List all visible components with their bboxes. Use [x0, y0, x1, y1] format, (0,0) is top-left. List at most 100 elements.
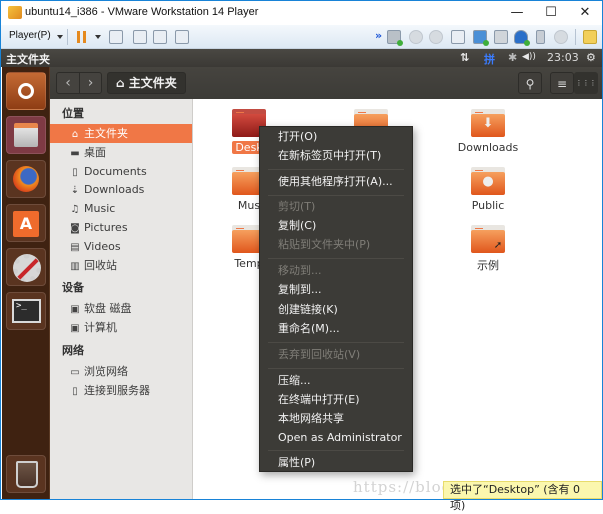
menu-item-make-link[interactable]: 创建链接(K) — [260, 300, 412, 319]
pause-options-chevron-icon[interactable] — [95, 35, 101, 39]
film-icon: ▤ — [70, 242, 80, 253]
section-title-network: 网络 — [62, 344, 84, 357]
vmware-toolbar: Player(P) » — [1, 25, 602, 49]
home-icon: ⌂ — [116, 76, 125, 90]
home-icon: ⌂ — [71, 129, 79, 140]
sidebar-item-trash[interactable]: ▥ 回收站 — [50, 256, 192, 275]
forward-button[interactable]: › — [79, 73, 101, 93]
sidebar-item-downloads[interactable]: ⇣ Downloads — [50, 180, 192, 199]
floppy-icon[interactable] — [451, 30, 465, 44]
trash-icon: ▥ — [70, 261, 80, 272]
launcher-terminal[interactable]: >_ — [6, 292, 46, 330]
grid-view-button[interactable]: ⋮⋮⋮ — [574, 72, 598, 94]
menu-item-compress[interactable]: 压缩... — [260, 371, 412, 390]
file-item-downloads[interactable]: ⬇ Downloads — [443, 109, 533, 154]
clock[interactable]: 23:03 — [547, 51, 579, 64]
usb-icon[interactable] — [536, 30, 545, 44]
sidebar-item-label: Downloads — [84, 183, 145, 196]
menu-item-rename[interactable]: 重命名(M)... — [260, 319, 412, 338]
printer-icon[interactable] — [494, 30, 508, 44]
menu-separator — [268, 450, 404, 451]
back-button[interactable]: ‹ — [57, 73, 79, 93]
cd-dvd-icon[interactable] — [429, 30, 443, 44]
menu-separator — [268, 368, 404, 369]
menu-item-open-new-tab[interactable]: 在新标签页中打开(T) — [260, 146, 412, 165]
vmware-window: ubuntu14_i386 - VMware Workstation 14 Pl… — [0, 0, 603, 512]
launcher-files[interactable] — [6, 116, 46, 154]
sidebar-item-label: 浏览网络 — [84, 365, 128, 378]
bluetooth-indicator-icon[interactable]: ✱ — [508, 51, 517, 64]
sidebar-item-label: Pictures — [84, 221, 128, 234]
sidebar-item-label: 回收站 — [84, 259, 117, 272]
menu-item-move-to: 移动到... — [278, 264, 322, 277]
context-menu: 打开(O) 在新标签页中打开(T) 使用其他程序打开(A)... 剪切(T) 复… — [259, 126, 413, 472]
breadcrumb-label: 主文件夹 — [128, 76, 177, 90]
trash-can-icon — [16, 461, 38, 488]
firefox-icon — [13, 166, 39, 192]
network-indicator-icon[interactable]: ⇅ — [460, 51, 469, 64]
floppy-icon: ▣ — [70, 304, 80, 315]
cd-dvd-icon[interactable] — [409, 30, 423, 44]
menu-separator — [268, 342, 404, 343]
menu-item-copy[interactable]: 复制(C) — [260, 216, 412, 235]
places-sidebar: 位置 ⌂ 主文件夹 ▬ 桌面 ▯ Documents ⇣ Downloads ♫ Musi… — [50, 99, 193, 499]
launcher-dash[interactable] — [6, 72, 46, 110]
breadcrumb-home[interactable]: ⌂ 主文件夹 — [107, 72, 186, 94]
menu-item-local-network-share[interactable]: 本地网络共享 — [260, 409, 412, 428]
removable-devices-icon[interactable] — [133, 30, 147, 44]
camera-icon[interactable] — [554, 30, 568, 44]
launcher-system-settings[interactable] — [6, 248, 46, 286]
menu-item-paste-into-folder: 粘贴到文件夹中(P) — [278, 238, 371, 251]
menu-item-properties[interactable]: 属性(P) — [260, 453, 412, 472]
hard-disk-icon[interactable] — [387, 30, 403, 46]
session-gear-icon[interactable]: ⚙ — [586, 51, 596, 64]
sidebar-item-pictures[interactable]: ◙ Pictures — [50, 218, 192, 237]
pause-icon[interactable] — [77, 31, 87, 43]
menu-separator — [268, 169, 404, 170]
send-ctrl-alt-del-icon[interactable] — [109, 30, 123, 44]
sidebar-item-documents[interactable]: ▯ Documents — [50, 162, 192, 181]
launcher-software-center[interactable]: A — [6, 204, 46, 242]
input-method-indicator-icon[interactable]: 拼 — [484, 51, 495, 67]
sidebar-item-computer[interactable]: ▣ 计算机 — [50, 318, 192, 337]
public-folder-icon: ● — [471, 167, 505, 195]
window-title: ubuntu14_i386 - VMware Workstation 14 Pl… — [25, 6, 259, 18]
minimize-button[interactable]: — — [500, 1, 534, 25]
sidebar-item-desktop[interactable]: ▬ 桌面 — [50, 143, 192, 162]
network-adapter-icon[interactable] — [473, 30, 489, 46]
maximize-button[interactable]: ☐ — [534, 1, 568, 25]
launcher-firefox[interactable] — [6, 160, 46, 198]
search-button[interactable]: ⚲ — [518, 72, 542, 94]
sidebar-item-videos[interactable]: ▤ Videos — [50, 237, 192, 256]
menu-item-open-with[interactable]: 使用其他程序打开(A)... — [260, 172, 412, 191]
chevron-down-icon[interactable] — [57, 35, 63, 39]
file-name: 示例 — [477, 259, 499, 272]
sidebar-item-home[interactable]: ⌂ 主文件夹 — [50, 124, 192, 143]
sound-card-icon[interactable] — [514, 30, 530, 46]
menu-item-open-in-terminal[interactable]: 在终端中打开(E) — [260, 390, 412, 409]
sidebar-item-music[interactable]: ♫ Music — [50, 199, 192, 218]
music-icon: ♫ — [70, 204, 80, 215]
unity-icon[interactable] — [175, 30, 189, 44]
volume-indicator-icon[interactable]: ◀)) — [522, 52, 536, 62]
sidebar-item-connect-server[interactable]: ▯ 连接到服务器 — [50, 381, 192, 400]
launcher-trash[interactable] — [6, 455, 46, 493]
sidebar-item-label: 连接到服务器 — [84, 384, 150, 397]
menu-item-copy-to[interactable]: 复制到... — [260, 280, 412, 299]
menu-item-open[interactable]: 打开(O) — [260, 127, 412, 146]
file-name: Public — [471, 199, 505, 212]
active-app-title: 主文件夹 — [6, 53, 50, 66]
menu-item-move-to-trash: 丢弃到回收站(V) — [278, 348, 361, 361]
sidebar-item-browse-network[interactable]: ▭ 浏览网络 — [50, 362, 192, 381]
fullscreen-icon[interactable] — [153, 30, 167, 44]
player-menu-button[interactable]: Player(P) — [9, 30, 51, 41]
sidebar-item-floppy[interactable]: ▣ 软盘 磁盘 — [50, 299, 192, 318]
file-item-public[interactable]: ● Public — [443, 167, 533, 212]
list-view-button[interactable]: ≡ — [550, 72, 574, 94]
more-arrow-icon[interactable]: » — [375, 29, 382, 42]
close-button[interactable]: ✕ — [568, 1, 602, 25]
message-icon[interactable] — [583, 30, 597, 44]
file-cabinet-icon — [14, 123, 38, 147]
file-item-examples[interactable]: ➚ 示例 — [443, 225, 533, 273]
menu-item-open-as-administrator[interactable]: Open as Administrator — [260, 428, 412, 447]
